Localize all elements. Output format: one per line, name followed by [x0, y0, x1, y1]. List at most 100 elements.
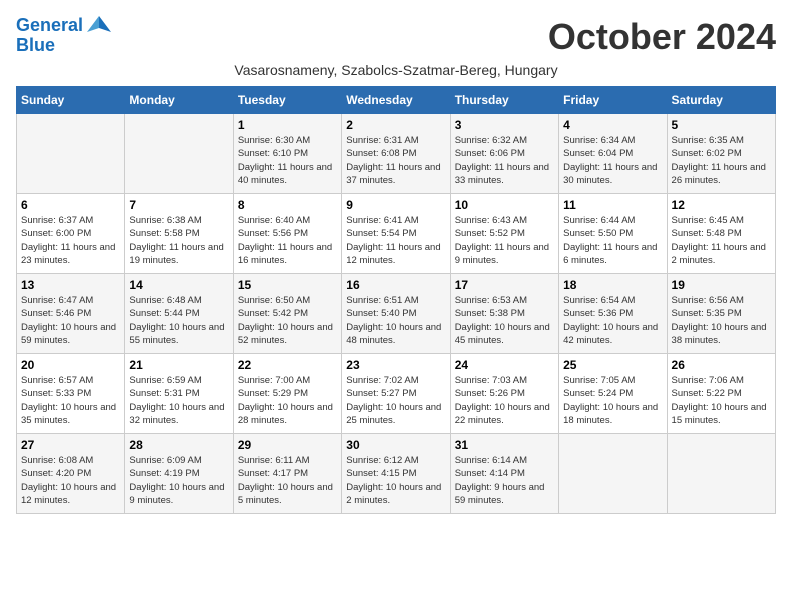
calendar-cell: 14 Sunrise: 6:48 AMSunset: 5:44 PMDayligh…	[125, 274, 233, 354]
day-number: 16	[346, 278, 445, 292]
day-number: 13	[21, 278, 120, 292]
day-info: Sunrise: 6:59 AMSunset: 5:31 PMDaylight:…	[129, 374, 228, 427]
calendar-cell: 31Sunrise: 6:14 AMSunset: 4:14 PMDayligh…	[450, 434, 558, 514]
calendar-body: 1 Sunrise: 6:30 AMSunset: 6:10 PMDaylight…	[17, 114, 776, 514]
day-number: 24	[455, 358, 554, 372]
day-number: 22	[238, 358, 337, 372]
day-number: 25	[563, 358, 662, 372]
day-info: Sunrise: 6:35 AMSunset: 6:02 PMDaylight:…	[672, 134, 771, 187]
calendar-cell: 6Sunrise: 6:37 AMSunset: 6:00 PMDaylight…	[17, 194, 125, 274]
calendar-cell: 18 Sunrise: 6:54 AMSunset: 5:36 PMDayligh…	[559, 274, 667, 354]
day-number: 5	[672, 118, 771, 132]
logo: General Blue	[16, 16, 113, 56]
day-info: Sunrise: 7:02 AMSunset: 5:27 PMDaylight:…	[346, 374, 445, 427]
calendar-cell: 28 Sunrise: 6:09 AMSunset: 4:19 PMDayligh…	[125, 434, 233, 514]
calendar-cell: 23Sunrise: 7:02 AMSunset: 5:27 PMDayligh…	[342, 354, 450, 434]
calendar-cell: 26Sunrise: 7:06 AMSunset: 5:22 PMDayligh…	[667, 354, 775, 434]
day-number: 19	[672, 278, 771, 292]
calendar-cell: 21 Sunrise: 6:59 AMSunset: 5:31 PMDayligh…	[125, 354, 233, 434]
day-info: Sunrise: 6:51 AMSunset: 5:40 PMDaylight:…	[346, 294, 445, 347]
day-number: 6	[21, 198, 120, 212]
calendar-cell	[17, 114, 125, 194]
calendar-week-5: 27Sunrise: 6:08 AMSunset: 4:20 PMDayligh…	[17, 434, 776, 514]
page-header: General Blue October 2024	[16, 16, 776, 58]
day-number: 1	[238, 118, 337, 132]
day-number: 28	[129, 438, 228, 452]
day-number: 12	[672, 198, 771, 212]
day-info: Sunrise: 6:54 AMSunset: 5:36 PMDaylight:…	[563, 294, 662, 347]
calendar-cell: 8 Sunrise: 6:40 AMSunset: 5:56 PMDaylight…	[233, 194, 341, 274]
weekday-thursday: Thursday	[450, 87, 558, 114]
day-number: 8	[238, 198, 337, 212]
day-number: 31	[455, 438, 554, 452]
calendar-week-3: 13 Sunrise: 6:47 AMSunset: 5:46 PMDayligh…	[17, 274, 776, 354]
day-number: 30	[346, 438, 445, 452]
weekday-monday: Monday	[125, 87, 233, 114]
day-info: Sunrise: 6:31 AMSunset: 6:08 PMDaylight:…	[346, 134, 445, 187]
calendar-subtitle: Vasarosnameny, Szabolcs-Szatmar-Bereg, H…	[16, 62, 776, 78]
calendar-week-1: 1 Sunrise: 6:30 AMSunset: 6:10 PMDaylight…	[17, 114, 776, 194]
day-number: 27	[21, 438, 120, 452]
day-info: Sunrise: 6:30 AMSunset: 6:10 PMDaylight:…	[238, 134, 337, 187]
day-info: Sunrise: 6:50 AMSunset: 5:42 PMDaylight:…	[238, 294, 337, 347]
day-info: Sunrise: 6:09 AMSunset: 4:19 PMDaylight:…	[129, 454, 228, 507]
calendar-week-2: 6Sunrise: 6:37 AMSunset: 6:00 PMDaylight…	[17, 194, 776, 274]
calendar-cell: 30 Sunrise: 6:12 AMSunset: 4:15 PMDayligh…	[342, 434, 450, 514]
calendar-cell: 4Sunrise: 6:34 AMSunset: 6:04 PMDaylight…	[559, 114, 667, 194]
day-number: 7	[129, 198, 228, 212]
weekday-friday: Friday	[559, 87, 667, 114]
calendar-cell: 12 Sunrise: 6:45 AMSunset: 5:48 PMDayligh…	[667, 194, 775, 274]
day-info: Sunrise: 7:05 AMSunset: 5:24 PMDaylight:…	[563, 374, 662, 427]
calendar-cell: 3 Sunrise: 6:32 AMSunset: 6:06 PMDaylight…	[450, 114, 558, 194]
day-number: 3	[455, 118, 554, 132]
calendar-cell: 25 Sunrise: 7:05 AMSunset: 5:24 PMDayligh…	[559, 354, 667, 434]
calendar-cell: 7 Sunrise: 6:38 AMSunset: 5:58 PMDaylight…	[125, 194, 233, 274]
day-info: Sunrise: 7:00 AMSunset: 5:29 PMDaylight:…	[238, 374, 337, 427]
calendar-cell: 19 Sunrise: 6:56 AMSunset: 5:35 PMDayligh…	[667, 274, 775, 354]
weekday-header-row: SundayMondayTuesdayWednesdayThursdayFrid…	[17, 87, 776, 114]
day-info: Sunrise: 6:48 AMSunset: 5:44 PMDaylight:…	[129, 294, 228, 347]
calendar-cell: 17 Sunrise: 6:53 AMSunset: 5:38 PMDayligh…	[450, 274, 558, 354]
calendar-cell: 1 Sunrise: 6:30 AMSunset: 6:10 PMDaylight…	[233, 114, 341, 194]
calendar-cell	[667, 434, 775, 514]
day-info: Sunrise: 6:12 AMSunset: 4:15 PMDaylight:…	[346, 454, 445, 507]
day-info: Sunrise: 6:43 AMSunset: 5:52 PMDaylight:…	[455, 214, 554, 267]
day-info: Sunrise: 6:32 AMSunset: 6:06 PMDaylight:…	[455, 134, 554, 187]
day-info: Sunrise: 6:45 AMSunset: 5:48 PMDaylight:…	[672, 214, 771, 267]
day-number: 18	[563, 278, 662, 292]
calendar-cell: 27Sunrise: 6:08 AMSunset: 4:20 PMDayligh…	[17, 434, 125, 514]
day-number: 15	[238, 278, 337, 292]
weekday-saturday: Saturday	[667, 87, 775, 114]
weekday-tuesday: Tuesday	[233, 87, 341, 114]
calendar-cell: 15 Sunrise: 6:50 AMSunset: 5:42 PMDayligh…	[233, 274, 341, 354]
day-info: Sunrise: 6:40 AMSunset: 5:56 PMDaylight:…	[238, 214, 337, 267]
day-info: Sunrise: 6:47 AMSunset: 5:46 PMDaylight:…	[21, 294, 120, 347]
day-number: 26	[672, 358, 771, 372]
calendar-cell: 5 Sunrise: 6:35 AMSunset: 6:02 PMDaylight…	[667, 114, 775, 194]
calendar-cell	[559, 434, 667, 514]
calendar-cell: 2 Sunrise: 6:31 AMSunset: 6:08 PMDaylight…	[342, 114, 450, 194]
day-number: 11	[563, 198, 662, 212]
weekday-wednesday: Wednesday	[342, 87, 450, 114]
day-number: 17	[455, 278, 554, 292]
month-title: October 2024	[548, 16, 776, 58]
day-info: Sunrise: 6:53 AMSunset: 5:38 PMDaylight:…	[455, 294, 554, 347]
day-number: 4	[563, 118, 662, 132]
calendar-cell: 16 Sunrise: 6:51 AMSunset: 5:40 PMDayligh…	[342, 274, 450, 354]
calendar-cell: 9 Sunrise: 6:41 AMSunset: 5:54 PMDaylight…	[342, 194, 450, 274]
day-number: 14	[129, 278, 228, 292]
calendar-cell: 29Sunrise: 6:11 AMSunset: 4:17 PMDayligh…	[233, 434, 341, 514]
calendar-cell: 11 Sunrise: 6:44 AMSunset: 5:50 PMDayligh…	[559, 194, 667, 274]
day-info: Sunrise: 6:38 AMSunset: 5:58 PMDaylight:…	[129, 214, 228, 267]
day-number: 21	[129, 358, 228, 372]
day-info: Sunrise: 6:41 AMSunset: 5:54 PMDaylight:…	[346, 214, 445, 267]
day-number: 9	[346, 198, 445, 212]
day-info: Sunrise: 6:56 AMSunset: 5:35 PMDaylight:…	[672, 294, 771, 347]
day-number: 2	[346, 118, 445, 132]
calendar-cell: 24 Sunrise: 7:03 AMSunset: 5:26 PMDayligh…	[450, 354, 558, 434]
weekday-sunday: Sunday	[17, 87, 125, 114]
day-info: Sunrise: 6:11 AMSunset: 4:17 PMDaylight:…	[238, 454, 337, 507]
calendar-cell: 13 Sunrise: 6:47 AMSunset: 5:46 PMDayligh…	[17, 274, 125, 354]
day-info: Sunrise: 7:03 AMSunset: 5:26 PMDaylight:…	[455, 374, 554, 427]
day-info: Sunrise: 6:44 AMSunset: 5:50 PMDaylight:…	[563, 214, 662, 267]
